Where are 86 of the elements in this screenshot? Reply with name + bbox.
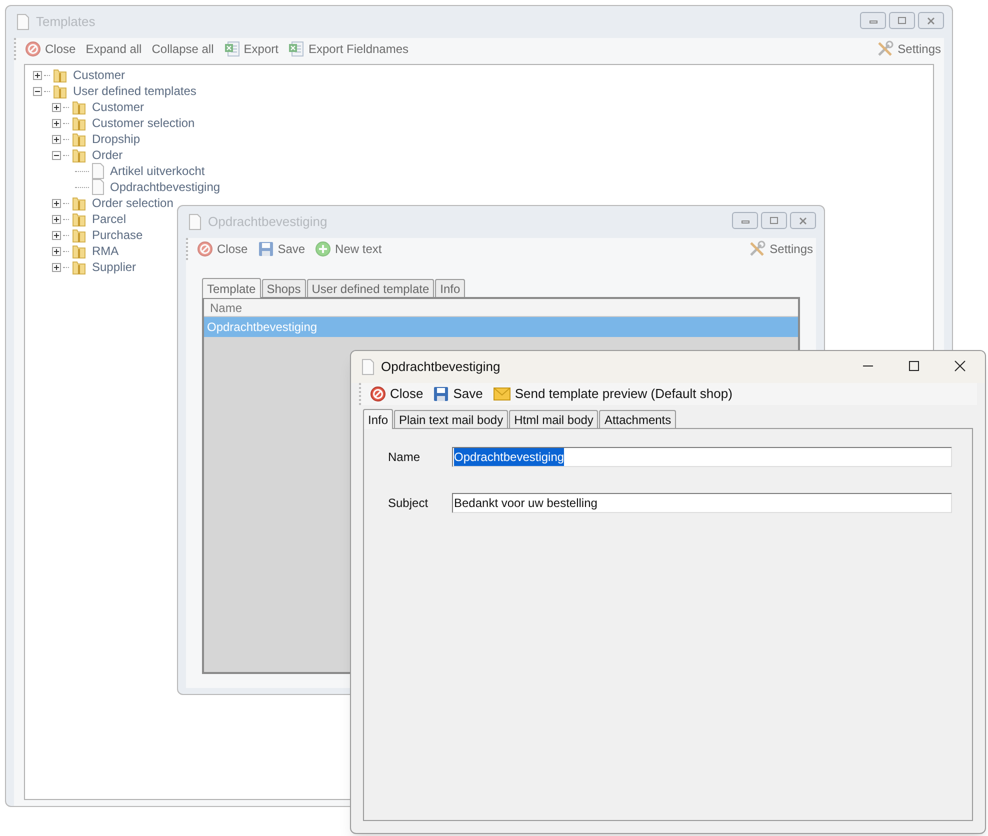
close-button[interactable] [918, 12, 944, 29]
minimize-button[interactable] [860, 12, 886, 29]
tree-item[interactable]: Opdrachtbevestiging [110, 178, 220, 196]
toolbar-button[interactable]: Close [367, 384, 426, 404]
tools-icon [748, 240, 766, 258]
close-icon [370, 386, 386, 402]
folder-icon [71, 147, 87, 163]
tree-item[interactable]: Dropship [92, 130, 140, 148]
tab[interactable]: User defined template [306, 279, 434, 297]
expand-icon[interactable] [52, 102, 61, 112]
toolbar-button[interactable]: Collapse all [148, 39, 217, 59]
toolbar-button[interactable]: Close [22, 39, 79, 59]
toolbar-button[interactable]: Save [254, 239, 308, 259]
tab[interactable]: Info [435, 279, 466, 297]
expand-icon[interactable] [52, 262, 61, 272]
toolbar-button[interactable]: Export [220, 39, 282, 59]
folder-icon [71, 243, 87, 259]
document-icon [188, 214, 202, 230]
plus-icon [315, 241, 332, 257]
close-icon [926, 16, 936, 26]
tree-item[interactable]: RMA [92, 242, 119, 260]
window-title: Opdrachtbevestiging [381, 358, 500, 376]
maximize-button[interactable] [761, 212, 787, 229]
toolbar-button[interactable]: Settings [744, 239, 816, 259]
expand-icon[interactable] [52, 230, 61, 240]
tree-item[interactable]: Purchase [92, 226, 143, 244]
folder-icon [71, 211, 87, 227]
tree-item[interactable]: Order [92, 146, 123, 164]
folder-icon [71, 259, 87, 275]
collapse-icon[interactable] [33, 86, 42, 96]
minimize-button[interactable] [732, 212, 758, 229]
toolbar-button[interactable]: Expand all [82, 39, 145, 59]
toolbar-button[interactable]: Settings [872, 39, 944, 59]
tab[interactable]: Attachments [599, 410, 676, 428]
expand-icon[interactable] [52, 118, 61, 128]
folder-icon [71, 227, 87, 243]
tab[interactable]: Shops [262, 279, 306, 297]
spreadsheet-icon [224, 41, 240, 57]
toolbar-button[interactable]: Save [430, 384, 486, 404]
tree-item[interactable]: Customer [73, 66, 126, 84]
folder-icon [71, 115, 87, 131]
input-field[interactable]: Opdrachtbevestiging [452, 447, 952, 467]
close-button[interactable] [790, 212, 816, 229]
collapse-icon[interactable] [52, 150, 61, 160]
expand-icon[interactable] [52, 214, 61, 224]
toolbar-button[interactable]: New text [312, 239, 385, 259]
document-icon [361, 359, 375, 375]
spreadsheet-icon [288, 41, 304, 57]
document-icon [91, 163, 105, 179]
expand-icon[interactable] [52, 134, 61, 144]
close-icon [197, 241, 213, 257]
tab[interactable]: Template [202, 278, 261, 298]
toolbar-button[interactable]: Send template preview (Default shop) [490, 384, 736, 404]
folder-icon [71, 195, 87, 211]
expand-icon[interactable] [52, 198, 61, 208]
tree-item[interactable]: Customer [92, 98, 144, 116]
folder-icon [52, 83, 68, 99]
folder-icon [71, 131, 87, 147]
tab[interactable]: Info [363, 409, 394, 429]
document-icon [16, 14, 30, 30]
column-header: Name [204, 299, 798, 317]
field-label: Subject [388, 495, 430, 512]
tree-item[interactable]: Order selection [92, 194, 174, 212]
tree-item[interactable]: User defined templates [73, 82, 196, 100]
envelope-icon [492, 386, 511, 402]
folder-icon [71, 99, 87, 115]
toolbar-button[interactable]: Export Fieldnames [285, 39, 412, 59]
input-field[interactable]: Bedankt voor uw bestelling [452, 493, 952, 513]
field-label: Name [388, 449, 422, 466]
close-icon [798, 216, 808, 226]
folder-icon [52, 67, 68, 83]
tree-item[interactable]: Parcel [92, 210, 126, 228]
tree-item[interactable]: Customer selection [92, 114, 195, 132]
expand-icon[interactable] [52, 246, 61, 256]
maximize-icon [897, 16, 907, 26]
tab[interactable]: Html mail body [509, 410, 598, 428]
tools-icon [876, 40, 894, 58]
expand-icon[interactable] [33, 70, 42, 80]
tree-item[interactable]: Supplier [92, 258, 136, 276]
tree-item[interactable]: Artikel uitverkocht [110, 162, 205, 180]
close-icon [25, 41, 41, 57]
toolbar-button[interactable]: Close [194, 239, 251, 259]
maximize-button[interactable] [889, 12, 915, 29]
document-icon [91, 179, 105, 195]
tab[interactable]: Plain text mail body [394, 410, 508, 428]
maximize-icon [769, 216, 779, 226]
